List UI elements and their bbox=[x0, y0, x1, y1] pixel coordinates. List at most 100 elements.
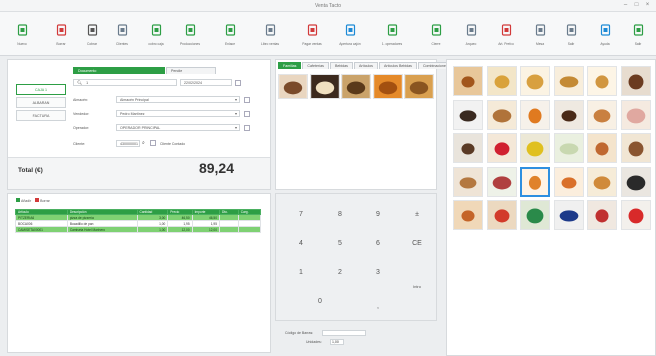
product-tile[interactable] bbox=[453, 66, 483, 96]
keypad-key[interactable]: 7 bbox=[283, 200, 319, 230]
product-tile[interactable] bbox=[486, 66, 517, 96]
client-card-icon[interactable] bbox=[150, 140, 156, 146]
toolbar-button-12[interactable]: Arqueo bbox=[451, 16, 491, 54]
product-tile[interactable] bbox=[553, 200, 584, 230]
client-name: Cliente Contado bbox=[160, 142, 186, 146]
calendar-icon[interactable] bbox=[235, 80, 241, 86]
delete-line-button[interactable]: Borrar bbox=[35, 198, 50, 203]
keypad-key[interactable]: ± bbox=[399, 200, 435, 230]
seller-select[interactable]: Pedro Martínez ▾ bbox=[116, 110, 240, 117]
warehouse-select[interactable]: Almacén Principal ▾ bbox=[116, 96, 240, 103]
toolbar-button-9[interactable]: Apertura cajón bbox=[330, 16, 370, 54]
product-tile[interactable] bbox=[587, 99, 617, 130]
product-tile[interactable] bbox=[520, 200, 550, 230]
product-tile[interactable] bbox=[453, 200, 483, 230]
product-tile[interactable] bbox=[486, 99, 517, 130]
product-image bbox=[521, 134, 549, 162]
family-tile[interactable] bbox=[341, 74, 371, 99]
close-icon[interactable]: × bbox=[644, 2, 651, 9]
keypad-key[interactable]: Intro bbox=[399, 272, 435, 302]
side-button-albaran[interactable]: ALBARAN bbox=[16, 97, 66, 108]
family-tile[interactable] bbox=[404, 74, 434, 99]
toolbar-button-10[interactable]: 1. operadores bbox=[372, 16, 412, 54]
tab-pendientes[interactable]: Pendie bbox=[166, 67, 216, 74]
product-tile[interactable] bbox=[520, 99, 550, 130]
add-icon bbox=[16, 198, 20, 202]
product-tile[interactable] bbox=[587, 133, 617, 163]
toolbar-button-label: Cierre bbox=[431, 42, 441, 46]
toolbar-button-label: 1. operadores bbox=[381, 42, 403, 46]
product-image bbox=[454, 100, 482, 129]
keypad-key[interactable]: 5 bbox=[322, 229, 358, 259]
product-tile[interactable] bbox=[620, 166, 651, 197]
product-tile[interactable] bbox=[453, 166, 483, 197]
keypad-key[interactable]: 1 bbox=[283, 258, 319, 288]
product-tile[interactable] bbox=[553, 99, 584, 130]
side-button-factura[interactable]: FACTURA bbox=[16, 110, 66, 121]
minimize-icon[interactable]: – bbox=[622, 2, 629, 9]
maximize-icon[interactable]: □ bbox=[633, 2, 640, 9]
product-tile[interactable] bbox=[486, 200, 517, 230]
toolbar-button-11[interactable]: Cierre bbox=[416, 16, 456, 54]
product-tile[interactable] bbox=[620, 99, 651, 130]
tab-documento[interactable]: Documento bbox=[73, 67, 165, 74]
product-tile[interactable] bbox=[620, 66, 651, 96]
family-tab[interactable]: Cafeterías bbox=[302, 62, 329, 69]
family-tab[interactable]: Artículos Bebidas bbox=[378, 62, 417, 69]
product-tile[interactable] bbox=[587, 200, 617, 230]
toolbar-button-17[interactable]: Salir bbox=[618, 16, 656, 54]
keypad-key[interactable]: 6 bbox=[360, 229, 396, 259]
family-tile[interactable] bbox=[309, 74, 340, 99]
product-tile[interactable] bbox=[486, 166, 517, 197]
product-tile[interactable] bbox=[520, 66, 550, 96]
delete-icon bbox=[35, 198, 40, 202]
family-tab[interactable]: Familias bbox=[278, 62, 302, 69]
product-tile[interactable] bbox=[587, 66, 617, 96]
keypad-key[interactable]: CE bbox=[399, 229, 435, 259]
search-icon[interactable]: ⌕ bbox=[142, 140, 145, 146]
product-tile[interactable] bbox=[620, 133, 651, 163]
keypad-key[interactable]: 4 bbox=[283, 229, 319, 259]
new-document-icon bbox=[17, 24, 27, 36]
keypad-key[interactable]: 9 bbox=[360, 200, 396, 230]
units-input[interactable]: 1,00 bbox=[330, 339, 344, 345]
keypad-key[interactable]: 3 bbox=[360, 258, 396, 288]
document-date-field[interactable]: 22/02/2024 bbox=[180, 79, 232, 86]
keypad-key[interactable]: 8 bbox=[322, 200, 358, 230]
table-cell bbox=[219, 239, 238, 245]
product-tile[interactable] bbox=[553, 133, 584, 163]
edit-operator-icon[interactable] bbox=[244, 125, 250, 131]
product-tile[interactable] bbox=[520, 166, 550, 197]
toolbar-button-0[interactable]: Nuevo bbox=[2, 16, 42, 54]
product-tile[interactable] bbox=[520, 133, 550, 163]
keypad-key[interactable]: 0 bbox=[302, 287, 338, 317]
toolbar-button-5[interactable]: Producciones bbox=[170, 16, 210, 54]
product-tile[interactable] bbox=[553, 166, 584, 197]
family-tab[interactable]: Bebidas bbox=[329, 62, 353, 69]
exit-icon bbox=[566, 24, 576, 36]
product-tile[interactable] bbox=[486, 133, 517, 163]
family-tile[interactable] bbox=[372, 74, 403, 99]
client-code-field[interactable]: 430000001 bbox=[116, 140, 140, 147]
barcode-input[interactable] bbox=[322, 330, 366, 336]
product-tile[interactable] bbox=[620, 200, 651, 230]
toolbar-button-7[interactable]: Libro ventas bbox=[250, 16, 290, 54]
side-button-caja[interactable]: CAJA 1 bbox=[16, 84, 66, 95]
family-tile[interactable] bbox=[278, 74, 308, 99]
table-cell bbox=[16, 239, 68, 245]
document-number-field[interactable]: 🔍︎ 1 bbox=[73, 79, 177, 86]
product-tile[interactable] bbox=[453, 133, 483, 163]
edit-seller-icon[interactable] bbox=[244, 111, 250, 117]
edit-warehouse-icon[interactable] bbox=[244, 97, 250, 103]
keypad-key[interactable]: 2 bbox=[322, 258, 358, 288]
keypad-key[interactable]: , bbox=[360, 292, 396, 322]
add-line-button[interactable]: Añadir bbox=[16, 198, 31, 203]
family-tab[interactable]: Artículos bbox=[353, 62, 378, 69]
product-tile[interactable] bbox=[587, 166, 617, 197]
product-tile[interactable] bbox=[453, 99, 483, 130]
toolbar-button-8[interactable]: Pagar ventas bbox=[292, 16, 332, 54]
product-image bbox=[487, 67, 516, 95]
toolbar-button-6[interactable]: Enlace bbox=[210, 16, 250, 54]
product-tile[interactable] bbox=[553, 66, 584, 96]
operator-select[interactable]: OPERADOR PRINCIPAL ▾ bbox=[116, 124, 240, 131]
